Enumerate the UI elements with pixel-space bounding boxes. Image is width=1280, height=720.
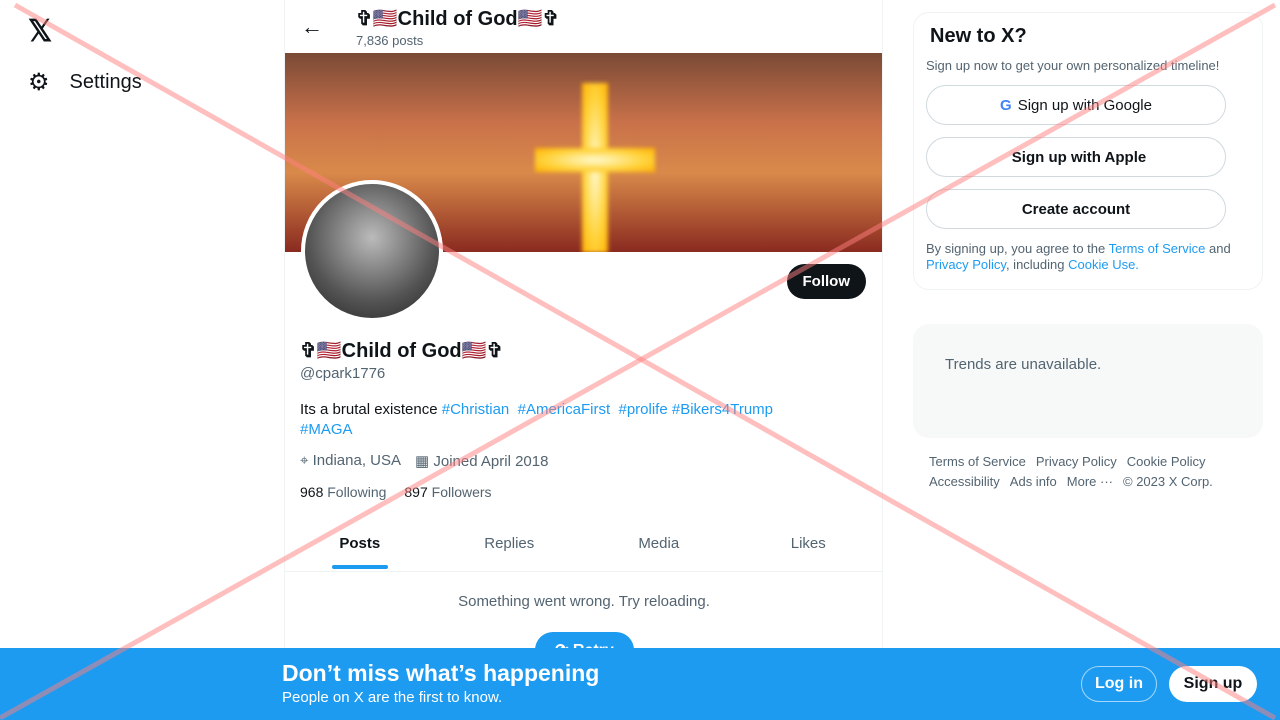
footer-links: Terms of Service Privacy Policy Cookie Pol… [913, 452, 1263, 492]
create-account-button[interactable]: Create account [926, 189, 1226, 229]
hashtag-link[interactable]: #prolife [618, 401, 667, 418]
tos-link[interactable]: Terms of Service [1109, 241, 1206, 256]
signup-card: New to X? Sign up now to get your own pe… [913, 12, 1263, 290]
top-bar: ← ✞🇺🇸Child of God🇺🇸✞ 7,836 posts [285, 0, 882, 53]
banner-title: Don’t miss what’s happening [282, 660, 600, 686]
error-message: Something went wrong. Try reloading. [458, 593, 710, 610]
signup-title: New to X? [930, 25, 1027, 47]
signup-terms: By signing up, you agree to the Terms of… [926, 241, 1231, 272]
copyright: © 2023 X Corp. [1123, 474, 1213, 489]
post-count: 7,836 posts [356, 33, 424, 48]
footer-link[interactable]: Privacy Policy [1036, 454, 1117, 469]
login-button[interactable]: Log in [1081, 666, 1157, 702]
cookie-link[interactable]: Cookie Use. [1068, 257, 1139, 272]
calendar-icon: ▦ [415, 453, 430, 470]
footer-link[interactable]: Accessibility [929, 474, 1000, 489]
tab-media[interactable]: Media [584, 520, 734, 571]
google-signup-button[interactable]: G Sign up with Google [926, 85, 1226, 125]
footer-link[interactable]: Ads info [1010, 474, 1057, 489]
footer-link[interactable]: Cookie Policy [1127, 454, 1206, 469]
profile-column: ← ✞🇺🇸Child of God🇺🇸✞ 7,836 posts Follow … [284, 0, 883, 720]
hashtag-link[interactable]: #Christian [442, 401, 510, 418]
privacy-link[interactable]: Privacy Policy [926, 257, 1006, 272]
avatar[interactable] [301, 180, 443, 322]
profile-stats: 968 Following 897 Followers [300, 484, 492, 500]
x-logo-icon[interactable]: 𝕏 [28, 14, 52, 49]
apple-signup-button[interactable]: Sign up with Apple [926, 137, 1226, 177]
footer-link[interactable]: More ··· [1067, 474, 1113, 489]
left-nav: 𝕏 ⚙ Settings [0, 0, 284, 720]
tab-likes[interactable]: Likes [734, 520, 884, 571]
signup-subtitle: Sign up now to get your own personalized… [926, 58, 1220, 73]
bio-text: Its a brutal existence [300, 401, 442, 418]
hashtag-link[interactable]: #Bikers4Trump [672, 401, 773, 418]
right-sidebar: New to X? Sign up now to get your own pe… [913, 12, 1263, 492]
google-icon: G [1000, 96, 1012, 114]
hashtag-link[interactable]: #MAGA [300, 421, 353, 438]
location: Indiana, USA [312, 452, 402, 469]
profile-tabs: Posts Replies Media Likes [285, 520, 883, 572]
hashtag-link[interactable]: #AmericaFirst [518, 401, 611, 418]
nav-settings[interactable]: ⚙ Settings [28, 68, 142, 97]
profile-meta: ⌖ Indiana, USA ▦ Joined April 2018 [300, 452, 548, 470]
settings-label: Settings [69, 71, 142, 93]
location-pin-icon: ⌖ [300, 452, 309, 469]
signup-button[interactable]: Sign up [1169, 666, 1257, 702]
following-link[interactable]: 968 Following [300, 484, 386, 500]
trends-box: Trends are unavailable. [913, 324, 1263, 438]
profile-handle: @cpark1776 [300, 365, 386, 382]
profile-bio: Its a brutal existence #Christian #Ameri… [300, 400, 860, 440]
follow-button[interactable]: Follow [786, 264, 866, 299]
tab-posts[interactable]: Posts [285, 520, 435, 571]
signup-banner: Don’t miss what’s happening People on X … [0, 648, 1280, 720]
gear-icon: ⚙ [28, 69, 50, 96]
followers-link[interactable]: 897 Followers [404, 484, 491, 500]
joined-date: Joined April 2018 [433, 453, 549, 470]
profile-name: ✞🇺🇸Child of God🇺🇸✞ [300, 340, 504, 362]
header-name: ✞🇺🇸Child of God🇺🇸✞ [356, 8, 560, 30]
banner-subtitle: People on X are the first to know. [282, 689, 503, 706]
back-arrow-icon[interactable]: ← [301, 14, 323, 40]
tab-replies[interactable]: Replies [435, 520, 585, 571]
footer-link[interactable]: Terms of Service [929, 454, 1026, 469]
